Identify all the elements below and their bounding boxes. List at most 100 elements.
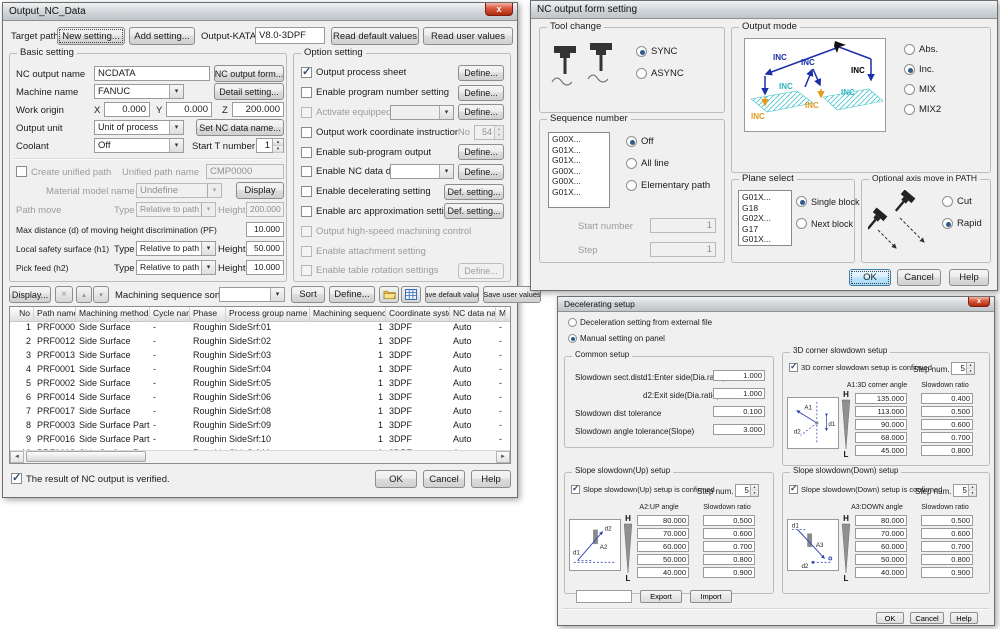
slowdown-ratio-input[interactable]: 0.500 bbox=[921, 406, 973, 417]
option-checkbox[interactable] bbox=[301, 87, 312, 98]
output-kata-field[interactable]: V8.0-3DPF bbox=[255, 27, 325, 44]
table-row[interactable]: 2PRF0012Side Surface-RoughingSideSrf:021… bbox=[10, 336, 510, 350]
angle-input[interactable]: 60.000 bbox=[855, 541, 907, 552]
table-row[interactable]: 4PRF0001Side Surface-RoughingSideSrf:041… bbox=[10, 364, 510, 378]
slope-down-step-spinner[interactable]: 5▴▾ bbox=[953, 484, 977, 497]
option-define-button[interactable]: Def. setting... bbox=[444, 203, 504, 219]
nc-table-header[interactable]: NoPath nameMachining methodCycle namePha… bbox=[10, 307, 510, 322]
list-item[interactable]: G01X... bbox=[552, 187, 606, 198]
create-unified-path-checkbox[interactable] bbox=[16, 166, 27, 177]
table-column-header[interactable]: Machining method bbox=[76, 307, 150, 321]
option-define-button[interactable]: Define... bbox=[458, 104, 504, 120]
export-file-field[interactable] bbox=[576, 590, 632, 603]
help-button[interactable]: Help bbox=[471, 470, 511, 488]
work-origin-y-field[interactable]: 0.000 bbox=[166, 102, 212, 117]
seq-off-radio[interactable]: Off bbox=[626, 136, 654, 147]
cancel-button[interactable]: Cancel bbox=[910, 612, 944, 624]
set-nc-data-name-button[interactable]: Set NC data name... bbox=[196, 119, 284, 136]
slowdown-dist-field[interactable]: 0.100 bbox=[713, 406, 765, 417]
table-row[interactable]: 5PRF0002Side Surface-RoughingSideSrf:051… bbox=[10, 378, 510, 392]
rapid-radio[interactable]: Rapid bbox=[942, 218, 982, 229]
start-t-number-spinner[interactable]: 1▴▾ bbox=[256, 138, 284, 153]
angle-input[interactable]: 80.000 bbox=[855, 515, 907, 526]
display-toolbar-button[interactable]: Display... bbox=[9, 286, 51, 303]
detail-setting-button[interactable]: Detail setting... bbox=[214, 83, 284, 100]
inc-radio[interactable]: Inc. bbox=[904, 64, 934, 75]
table-row[interactable]: 6PRF0014Side Surface-RoughingSideSrf:061… bbox=[10, 392, 510, 406]
sequence-sort-select[interactable]: ▾ bbox=[219, 287, 285, 302]
angle-input[interactable]: 50.000 bbox=[855, 554, 907, 565]
nc-output-form-button[interactable]: NC output form... bbox=[214, 65, 284, 82]
slowdown-ratio-input[interactable]: 0.800 bbox=[921, 445, 973, 456]
table-column-header[interactable]: Process group name bbox=[226, 307, 310, 321]
table-column-header[interactable]: Machining sequence level bbox=[310, 307, 386, 321]
import-button[interactable]: Import bbox=[690, 590, 732, 603]
list-item[interactable]: G02X... bbox=[742, 213, 788, 224]
seq-all-line-radio[interactable]: All line bbox=[626, 158, 669, 169]
external-file-radio[interactable]: Deceleration setting from external file bbox=[568, 318, 712, 327]
coolant-select[interactable]: Off▾ bbox=[94, 138, 184, 153]
list-item[interactable]: G00X... bbox=[552, 176, 606, 187]
delete-icon[interactable]: × bbox=[55, 286, 73, 303]
output-unit-select[interactable]: Unit of process▾ bbox=[94, 120, 184, 135]
slowdown-ratio-input[interactable]: 0.700 bbox=[921, 541, 973, 552]
table-column-header[interactable]: Coordinate system bbox=[386, 307, 450, 321]
local-safety-type-select[interactable]: Relative to path▾ bbox=[136, 241, 216, 256]
option-define-button[interactable]: Define... bbox=[458, 164, 504, 180]
slowdown-ratio-input[interactable]: 0.400 bbox=[921, 393, 973, 404]
pick-feed-height-field[interactable]: 10.000 bbox=[246, 260, 284, 275]
async-radio[interactable]: ASYNC bbox=[636, 68, 684, 79]
export-button[interactable]: Export bbox=[640, 590, 682, 603]
scroll-left-icon[interactable]: ◄ bbox=[10, 451, 24, 463]
d2-exit-field[interactable]: 1.000 bbox=[713, 388, 765, 399]
machine-name-select[interactable]: FANUC▾ bbox=[94, 84, 184, 99]
add-setting-button[interactable]: Add setting... bbox=[129, 27, 195, 45]
slowdown-ratio-input[interactable]: 0.600 bbox=[921, 528, 973, 539]
ok-button[interactable]: OK bbox=[849, 269, 891, 286]
angle-input[interactable]: 135.000 bbox=[855, 393, 907, 404]
corner-step-spinner[interactable]: 5▴▾ bbox=[951, 362, 975, 375]
slowdown-angle-field[interactable]: 3.000 bbox=[713, 424, 765, 435]
angle-input[interactable]: 70.000 bbox=[637, 528, 689, 539]
list-item[interactable]: G01X... bbox=[742, 234, 788, 245]
ok-button[interactable]: OK bbox=[375, 470, 417, 488]
list-item[interactable]: G01X... bbox=[552, 155, 606, 166]
angle-input[interactable]: 50.000 bbox=[637, 554, 689, 565]
list-item[interactable]: G01X... bbox=[742, 192, 788, 203]
option-define-button[interactable]: Define... bbox=[458, 65, 504, 81]
table-column-header[interactable]: No bbox=[10, 307, 34, 321]
dialog-titlebar[interactable]: Output_NC_Data x bbox=[3, 3, 517, 21]
abs-radio[interactable]: Abs. bbox=[904, 44, 938, 55]
option-define-button[interactable]: Define... bbox=[458, 144, 504, 160]
angle-input[interactable]: 68.000 bbox=[855, 432, 907, 443]
table-column-header[interactable]: Cycle name bbox=[150, 307, 190, 321]
dialog-titlebar[interactable]: Decelerating setup x bbox=[558, 297, 994, 312]
slope-down-confirm-checkbox[interactable] bbox=[789, 485, 798, 494]
horizontal-scrollbar[interactable]: ◄ ► bbox=[10, 450, 510, 463]
table-column-header[interactable]: M bbox=[496, 307, 506, 321]
list-item[interactable]: G17 bbox=[742, 224, 788, 235]
option-checkbox[interactable] bbox=[301, 127, 312, 138]
angle-input[interactable]: 60.000 bbox=[637, 541, 689, 552]
display-button[interactable]: Display bbox=[236, 182, 284, 199]
option-checkbox[interactable] bbox=[301, 67, 312, 78]
angle-input[interactable]: 40.000 bbox=[637, 567, 689, 578]
cancel-button[interactable]: Cancel bbox=[423, 470, 465, 488]
table-row[interactable]: 1PRF0000Side Surface-RoughingSideSrf:011… bbox=[10, 322, 510, 336]
table-column-header[interactable]: NC data name bbox=[450, 307, 496, 321]
read-user-values-button[interactable]: Read user values bbox=[423, 27, 513, 45]
help-button[interactable]: Help bbox=[949, 269, 989, 286]
angle-input[interactable]: 45.000 bbox=[855, 445, 907, 456]
move-up-icon[interactable]: ▴ bbox=[76, 286, 92, 303]
option-dropdown[interactable] bbox=[390, 164, 454, 179]
help-button[interactable]: Help bbox=[950, 612, 978, 624]
dialog-titlebar[interactable]: NC output form setting bbox=[531, 1, 997, 19]
seq-elementary-radio[interactable]: Elementary path bbox=[626, 180, 710, 191]
work-origin-x-field[interactable]: 0.000 bbox=[104, 102, 150, 117]
option-checkbox[interactable] bbox=[301, 166, 312, 177]
angle-input[interactable]: 113.000 bbox=[855, 406, 907, 417]
corner-confirm-checkbox[interactable] bbox=[789, 363, 798, 372]
slowdown-ratio-input[interactable]: 0.500 bbox=[703, 515, 755, 526]
next-block-radio[interactable]: Next block bbox=[796, 218, 853, 229]
slowdown-ratio-input[interactable]: 0.600 bbox=[703, 528, 755, 539]
